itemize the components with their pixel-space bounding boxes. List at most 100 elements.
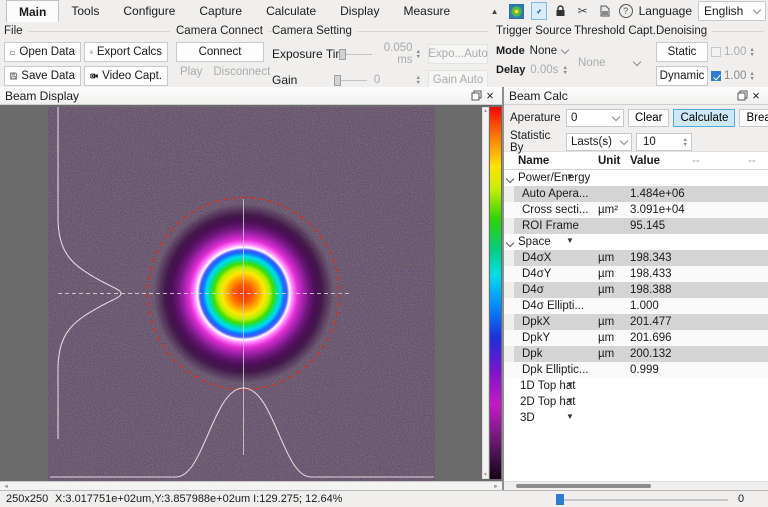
language-select[interactable]: English — [698, 1, 766, 21]
calculate-button[interactable]: Calculate — [673, 109, 735, 127]
gain-slider-handle[interactable] — [334, 75, 341, 86]
table-row[interactable]: DpkY µm 201.696 — [504, 330, 768, 346]
spinner-down-icon[interactable]: ▼ — [416, 81, 421, 85]
spinner-down-icon[interactable]: ▼ — [749, 53, 754, 57]
spinner-up-icon[interactable]: ▲ — [683, 138, 688, 142]
group-dropdown-icon[interactable]: ▼ — [566, 412, 574, 421]
scroll-up-icon[interactable]: ▲ — [483, 108, 488, 114]
table-row[interactable]: D4σ µm 198.388 — [504, 282, 768, 298]
pin-icon[interactable] — [531, 2, 547, 20]
statistic-by-select[interactable]: Lasts(s) — [566, 133, 632, 151]
float-panel-icon[interactable] — [469, 90, 483, 101]
table-group-row[interactable]: Space ▼ — [504, 234, 768, 250]
group-dropdown-icon[interactable]: ▼ — [566, 396, 574, 405]
tab-main[interactable]: Main — [6, 0, 59, 22]
scrollbar-thumb[interactable] — [516, 484, 651, 488]
connect-button[interactable]: Connect — [176, 42, 264, 62]
close-panel-icon[interactable]: × — [483, 88, 497, 103]
clear-button[interactable]: Clear — [628, 109, 669, 127]
spinner-up-icon[interactable]: ▲ — [749, 72, 754, 76]
collapse-ribbon-icon[interactable]: ▲ — [487, 3, 503, 19]
beam-display-titlebar[interactable]: Beam Display × — [0, 87, 502, 105]
static-denoise-button[interactable]: Static — [656, 42, 708, 62]
table-row[interactable]: Auto Apera... 1.484e+06 — [504, 186, 768, 202]
spinner-down-icon[interactable]: ▼ — [416, 55, 421, 59]
export-calcs-button[interactable]: Export Calcs — [84, 42, 168, 62]
table-row[interactable]: Dpk µm 200.132 — [504, 346, 768, 362]
table-row[interactable]: D4σY µm 198.433 — [504, 266, 768, 282]
group-dropdown-icon[interactable]: ▼ — [566, 236, 574, 245]
results-table-header[interactable]: Name Unit Value -- -- — [504, 152, 768, 170]
float-panel-icon[interactable] — [735, 90, 749, 101]
table-group-row[interactable]: Power/Energy ▼ — [504, 170, 768, 186]
scissors-icon[interactable]: ✂ — [575, 3, 591, 19]
table-row[interactable]: ROI Frame 95.145 — [504, 218, 768, 234]
beam-calc-horizontal-scrollbar[interactable] — [504, 481, 768, 490]
dynamic-denoise-button[interactable]: Dynamic — [656, 66, 708, 86]
static-denoise-spinner[interactable]: ▲▼ — [749, 48, 754, 57]
table-row[interactable]: D4σX µm 198.343 — [504, 250, 768, 266]
exposure-spinner[interactable]: ▲▼ — [416, 50, 421, 59]
trigger-delay-spinner[interactable]: ▲▼ — [563, 66, 568, 75]
scroll-left-icon[interactable]: ◄ — [3, 484, 9, 490]
spinner-down-icon[interactable]: ▼ — [749, 77, 754, 81]
dynamic-denoise-checkbox[interactable] — [711, 71, 721, 81]
beam-calc-titlebar[interactable]: Beam Calc × — [504, 87, 768, 105]
table-group-row[interactable]: 1D Top hat ▼ — [504, 378, 768, 394]
table-group-row[interactable]: 3D ▼ — [504, 410, 768, 426]
static-denoise-checkbox[interactable] — [711, 47, 721, 57]
tab-calculate[interactable]: Calculate — [254, 0, 328, 22]
open-data-button[interactable]: Open Data — [4, 42, 81, 62]
trigger-delay-value[interactable]: 0.00s — [530, 64, 559, 76]
spinner-up-icon[interactable]: ▲ — [416, 50, 421, 54]
group-dropdown-icon[interactable]: ▼ — [566, 380, 574, 389]
display-zoom-slider-handle[interactable] — [556, 494, 564, 505]
tab-display[interactable]: Display — [328, 0, 391, 22]
tab-configure[interactable]: Configure — [111, 0, 187, 22]
spinner-down-icon[interactable]: ▼ — [683, 143, 688, 147]
scroll-down-icon[interactable]: ▼ — [483, 472, 488, 478]
chevron-expanded-icon[interactable] — [506, 239, 514, 247]
spinner-up-icon[interactable]: ▲ — [749, 48, 754, 52]
aperture-select[interactable]: 0 — [566, 109, 624, 127]
exposure-auto-button[interactable]: Expo...Auto — [428, 44, 488, 64]
scroll-right-icon[interactable]: ► — [493, 484, 499, 490]
tab-capture[interactable]: Capture — [187, 0, 254, 22]
report-icon[interactable] — [597, 3, 613, 19]
trigger-mode-select[interactable]: None — [530, 42, 568, 60]
play-button[interactable]: Play — [176, 66, 206, 78]
table-row[interactable]: DpkX µm 201.477 — [504, 314, 768, 330]
save-data-button[interactable]: Save Data — [4, 66, 81, 86]
breakpoint-button[interactable]: Breakpoint — [739, 109, 768, 127]
statistic-count-spinner[interactable]: ▲▼ — [683, 138, 688, 147]
statistic-count-input[interactable]: 10 ▲▼ — [636, 133, 692, 151]
disconnect-button[interactable]: Disconnect — [209, 66, 274, 78]
close-panel-icon[interactable]: × — [749, 88, 763, 103]
spinner-down-icon[interactable]: ▼ — [563, 71, 568, 75]
group-dropdown-icon[interactable]: ▼ — [566, 172, 574, 181]
tab-measure[interactable]: Measure — [391, 0, 462, 22]
exposure-slider[interactable] — [339, 49, 372, 60]
display-zoom-slider[interactable] — [560, 499, 728, 501]
dynamic-denoise-spinner[interactable]: ▲▼ — [749, 72, 754, 81]
exposure-slider-handle[interactable] — [339, 49, 346, 60]
video-capture-button[interactable]: Video Capt. — [84, 66, 168, 86]
table-row[interactable]: D4σ Ellipti... 1.000 — [504, 298, 768, 314]
static-denoise-value[interactable]: 1.00 — [724, 46, 746, 58]
spinner-up-icon[interactable]: ▲ — [563, 66, 568, 70]
lock-icon[interactable] — [553, 3, 569, 19]
tab-tools[interactable]: Tools — [59, 0, 111, 22]
beam-vertical-scrollbar[interactable]: ▲▼ — [482, 107, 489, 479]
gain-value[interactable]: 0 — [370, 74, 413, 86]
gain-slider[interactable] — [334, 75, 367, 86]
table-group-row[interactable]: 2D Top hat ▼ — [504, 394, 768, 410]
beam-image-area[interactable]: ▲▼ — [0, 105, 502, 481]
beam-view-icon[interactable] — [509, 3, 525, 19]
help-icon[interactable]: ? — [619, 4, 633, 18]
threshold-select[interactable]: None — [574, 54, 644, 72]
table-row[interactable]: Dpk Elliptic... 0.999 — [504, 362, 768, 378]
spinner-up-icon[interactable]: ▲ — [416, 76, 421, 80]
gain-spinner[interactable]: ▲▼ — [416, 76, 421, 85]
chevron-expanded-icon[interactable] — [506, 175, 514, 183]
exposure-value[interactable]: 0.050 ms — [375, 42, 413, 66]
